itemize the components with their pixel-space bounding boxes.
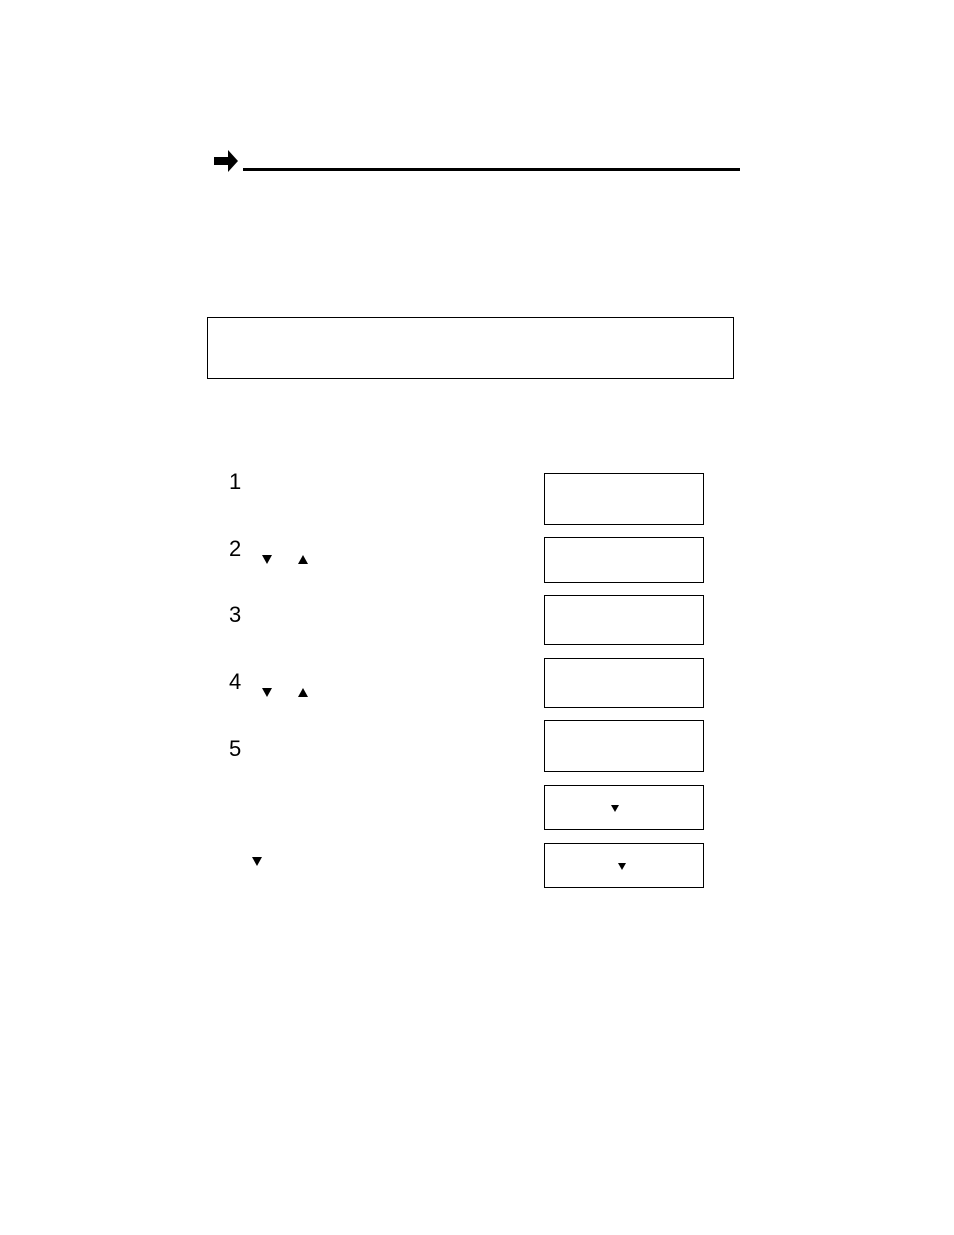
page: 1 2 3 4 5 [0, 0, 954, 1235]
panel-box-4 [544, 658, 704, 708]
triangle-down-icon [611, 805, 619, 812]
triangle-down-icon [618, 863, 626, 870]
triangle-up-icon [298, 688, 308, 697]
triangle-up-icon [298, 555, 308, 564]
panel-box-2 [544, 537, 704, 583]
step-number-1: 1 [229, 469, 241, 495]
panel-box-3 [544, 595, 704, 645]
panel-box-7 [544, 843, 704, 888]
panel-box-5 [544, 720, 704, 772]
note-box [207, 317, 734, 379]
triangle-down-icon [262, 555, 272, 564]
arrow-right-icon [214, 150, 238, 172]
triangle-down-icon [252, 857, 262, 866]
panel-box-1 [544, 473, 704, 525]
step-number-4: 4 [229, 669, 241, 695]
step-number-3: 3 [229, 602, 241, 628]
step-number-2: 2 [229, 536, 241, 562]
panel-box-6 [544, 785, 704, 830]
step-number-5: 5 [229, 736, 241, 762]
divider [243, 168, 740, 171]
triangle-down-icon [262, 688, 272, 697]
